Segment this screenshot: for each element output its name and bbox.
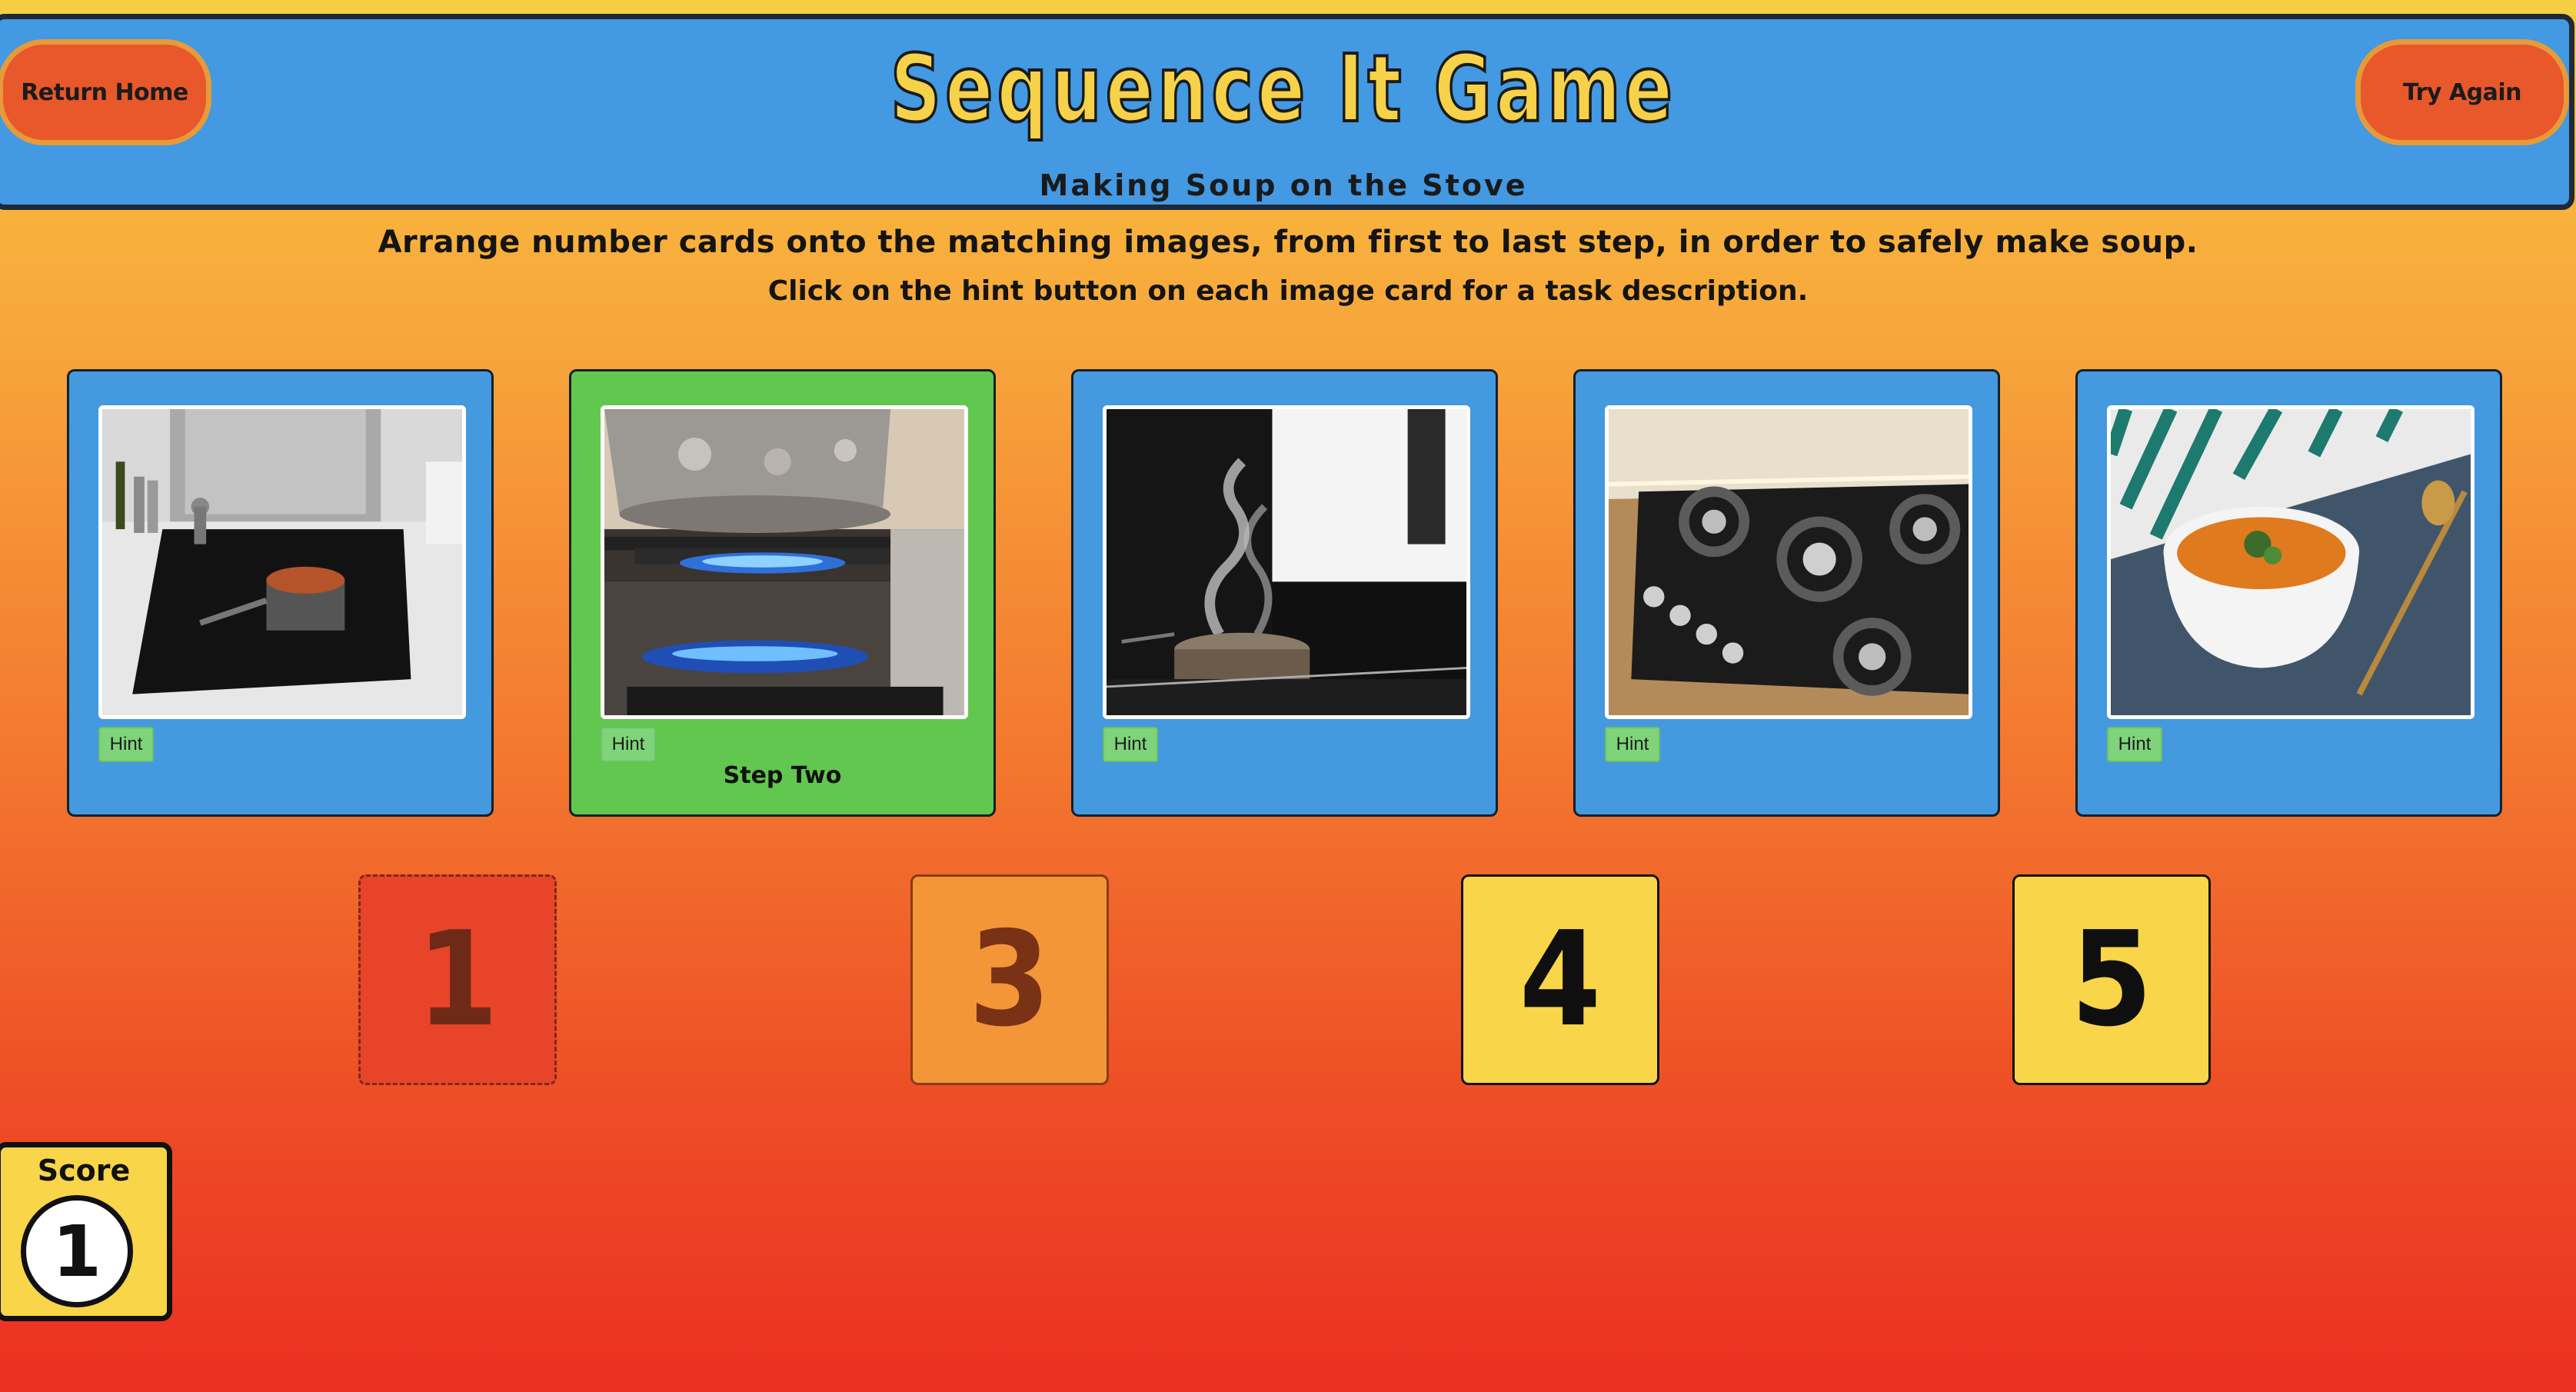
- score-value: 1: [21, 1195, 133, 1307]
- header-bar: Return Home Sequence It Game Making Soup…: [0, 14, 2574, 210]
- image-card-1[interactable]: Hint: [67, 369, 494, 817]
- instructions-line-2: Click on the hint button on each image c…: [767, 275, 1809, 307]
- number-card-4[interactable]: 4: [1461, 874, 1659, 1085]
- cooktop-pot-image: [98, 405, 466, 719]
- step-label: Step Two: [723, 762, 842, 789]
- image-card-3[interactable]: Hint: [1071, 369, 1498, 817]
- score-label: Score: [37, 1154, 131, 1187]
- hint-button[interactable]: Hint: [98, 727, 154, 762]
- number-card-3: 3: [910, 874, 1109, 1085]
- score-panel: Score 1: [0, 1142, 172, 1321]
- number-card-1-placeholder: 1: [358, 874, 557, 1085]
- hint-button[interactable]: Hint: [1103, 727, 1158, 762]
- game-subtitle: Making Soup on the Stove: [1039, 168, 1528, 202]
- hint-button[interactable]: Hint: [2107, 727, 2162, 762]
- gas-flame-pot-image: [601, 405, 968, 719]
- hint-button[interactable]: Hint: [601, 727, 656, 762]
- image-card-4[interactable]: Hint: [1573, 369, 2000, 817]
- image-card-5[interactable]: Hint: [2075, 369, 2502, 817]
- hint-button[interactable]: Hint: [1605, 727, 1660, 762]
- gas-stovetop-image: [1605, 405, 1972, 719]
- instructions-line-1: Arrange number cards onto the matching i…: [378, 225, 2198, 260]
- image-card-2[interactable]: Hint Step Two: [569, 369, 996, 817]
- steaming-pot-image: [1103, 405, 1470, 719]
- try-again-button[interactable]: Try Again: [2355, 39, 2569, 145]
- number-card-5[interactable]: 5: [2012, 874, 2211, 1085]
- soup-bowl-image: [2107, 405, 2474, 719]
- game-title: Sequence It Game: [889, 36, 1677, 143]
- top-strip: [0, 0, 2576, 15]
- return-home-button[interactable]: Return Home: [0, 39, 211, 145]
